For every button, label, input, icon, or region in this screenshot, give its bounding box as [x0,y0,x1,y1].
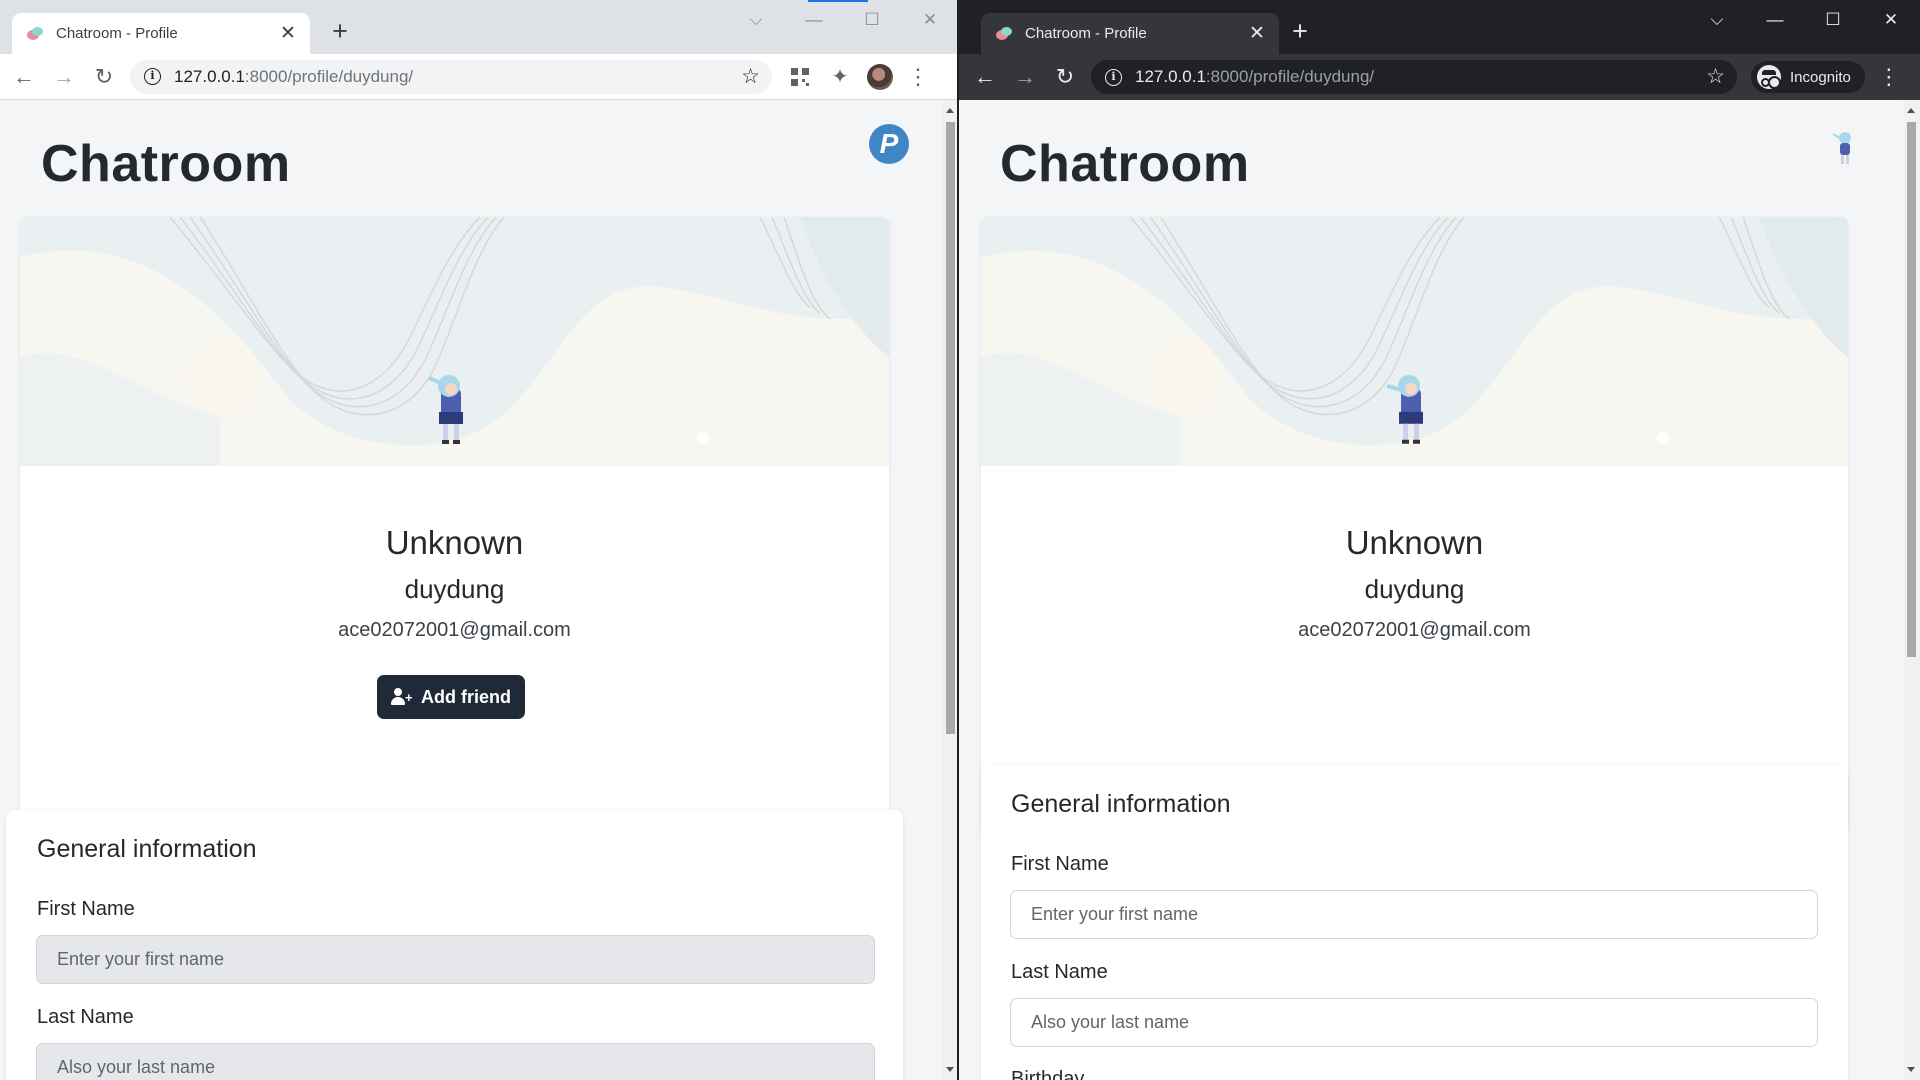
new-tab-button[interactable]: + [1286,17,1314,45]
scroll-up-arrow-icon[interactable] [1907,108,1915,113]
incognito-indicator[interactable]: Incognito [1751,61,1865,93]
scroll-up-arrow-icon[interactable] [946,108,954,113]
last-name-input[interactable] [36,1043,875,1080]
page-title: Chatroom [1000,135,1250,193]
close-tab-icon[interactable]: ✕ [1247,23,1267,44]
page-viewport: Chatroom Unknown duydung ace02072001@gma… [959,100,1920,1080]
character-sprite-icon[interactable] [1831,130,1859,166]
back-button[interactable]: ← [967,59,1003,95]
profile-card: Unknown duydung ace02072001@gmail.com + … [20,217,889,878]
first-name-input[interactable] [1010,890,1818,939]
back-button[interactable]: ← [6,59,42,95]
banner-art [20,217,889,466]
user-plus-icon: + [391,688,413,706]
tab-title: Chatroom - Profile [56,25,178,42]
last-name-label: Last Name [37,1006,134,1028]
page-title: Chatroom [41,135,291,193]
loading-indicator [808,0,868,2]
minimize-button[interactable]: — [785,0,843,40]
tab-strip: Chatroom - Profile ✕ + ⌵ — ☐ ✕ [959,0,1920,54]
reload-button[interactable]: ↻ [1047,59,1083,95]
general-info-card: General information First Name Last Name… [981,765,1848,1080]
address-bar[interactable]: i 127.0.0.1:8000/profile/duydung/ ☆ [1091,60,1737,94]
forward-button[interactable]: → [1007,59,1043,95]
bookmark-star-icon[interactable]: ☆ [741,66,760,87]
banner-art [981,217,1848,466]
profile-banner [981,217,1848,466]
first-name-label: First Name [37,898,135,920]
last-name-input[interactable] [1010,998,1818,1047]
address-bar[interactable]: i 127.0.0.1:8000/profile/duydung/ ☆ [130,59,772,94]
profile-username: duydung [1364,574,1465,604]
browser-toolbar: ← → ↻ i 127.0.0.1:8000/profile/duydung/ … [959,54,1920,100]
general-info-card: General information First Name Last Name [6,810,903,1080]
site-info-icon[interactable]: i [1105,68,1122,86]
bookmark-star-icon[interactable]: ☆ [1706,66,1725,87]
browser-window-left: Chatroom - Profile ✕ + ⌵ — ☐ ✕ ← → ↻ i 1… [0,0,959,1080]
qr-code-icon[interactable] [780,59,820,95]
general-info-title: General information [37,835,257,863]
chat-favicon-icon [995,25,1013,43]
close-tab-icon[interactable]: ✕ [278,23,298,44]
profile-display-name: Unknown [1345,524,1484,561]
scrollbar-thumb[interactable] [1907,122,1916,657]
url-path: :8000/profile/duydung/ [244,66,414,86]
scrollbar-thumb[interactable] [946,122,955,734]
window-controls: ⌵ — ☐ ✕ [727,0,959,40]
incognito-icon [1757,65,1781,89]
reload-button[interactable]: ↻ [86,59,122,95]
tab-search-icon[interactable]: ⌵ [1688,0,1746,40]
page-viewport: Chatroom P Unknown duydung ace02072001@g… [0,100,959,1080]
url-host: 127.0.0.1 [174,66,245,86]
url-path: :8000/profile/duydung/ [1205,67,1375,86]
profile-card: Unknown duydung ace02072001@gmail.com [981,217,1848,835]
profile-avatar[interactable] [860,59,900,95]
extensions-puzzle-icon[interactable]: ✦ [820,59,860,95]
page-scrollbar[interactable] [1903,100,1920,1080]
tab-search-icon[interactable]: ⌵ [727,0,785,40]
scroll-down-arrow-icon[interactable] [1907,1067,1915,1072]
maximize-button[interactable]: ☐ [843,0,901,40]
chat-favicon-icon [26,25,44,43]
last-name-label: Last Name [1011,961,1108,983]
site-info-icon[interactable]: i [144,68,161,85]
p-badge-icon[interactable]: P [869,124,909,164]
new-tab-button[interactable]: + [326,17,354,45]
tab-strip: Chatroom - Profile ✕ + ⌵ — ☐ ✕ [0,0,959,54]
minimize-button[interactable]: — [1746,0,1804,40]
close-window-button[interactable]: ✕ [901,0,959,40]
scroll-down-arrow-icon[interactable] [946,1067,954,1072]
profile-email: ace02072001@gmail.com [338,619,571,641]
browser-toolbar: ← → ↻ i 127.0.0.1:8000/profile/duydung/ … [0,54,959,100]
profile-email: ace02072001@gmail.com [1298,619,1531,641]
profile-display-name: Unknown [385,524,524,561]
browser-tab[interactable]: Chatroom - Profile ✕ [12,13,310,54]
tab-title: Chatroom - Profile [1025,25,1147,42]
profile-username: duydung [404,574,505,604]
general-info-title: General information [1011,790,1231,818]
first-name-label: First Name [1011,853,1109,875]
add-friend-button[interactable]: + Add friend [377,675,525,719]
browser-window-right-incognito: Chatroom - Profile ✕ + ⌵ — ☐ ✕ ← → ↻ i 1… [959,0,1920,1080]
profile-banner [20,217,889,466]
browser-menu-icon[interactable]: ⋮ [900,59,936,95]
url-host: 127.0.0.1 [1135,67,1206,86]
maximize-button[interactable]: ☐ [1804,0,1862,40]
close-window-button[interactable]: ✕ [1862,0,1920,40]
browser-menu-icon[interactable]: ⋮ [1871,59,1907,95]
first-name-input[interactable] [36,935,875,984]
next-field-label-fragment: Birthday [1011,1068,1085,1080]
window-controls: ⌵ — ☐ ✕ [1688,0,1920,40]
add-friend-label: Add friend [421,686,511,707]
incognito-label: Incognito [1790,68,1851,86]
browser-tab[interactable]: Chatroom - Profile ✕ [981,13,1279,54]
forward-button[interactable]: → [46,59,82,95]
